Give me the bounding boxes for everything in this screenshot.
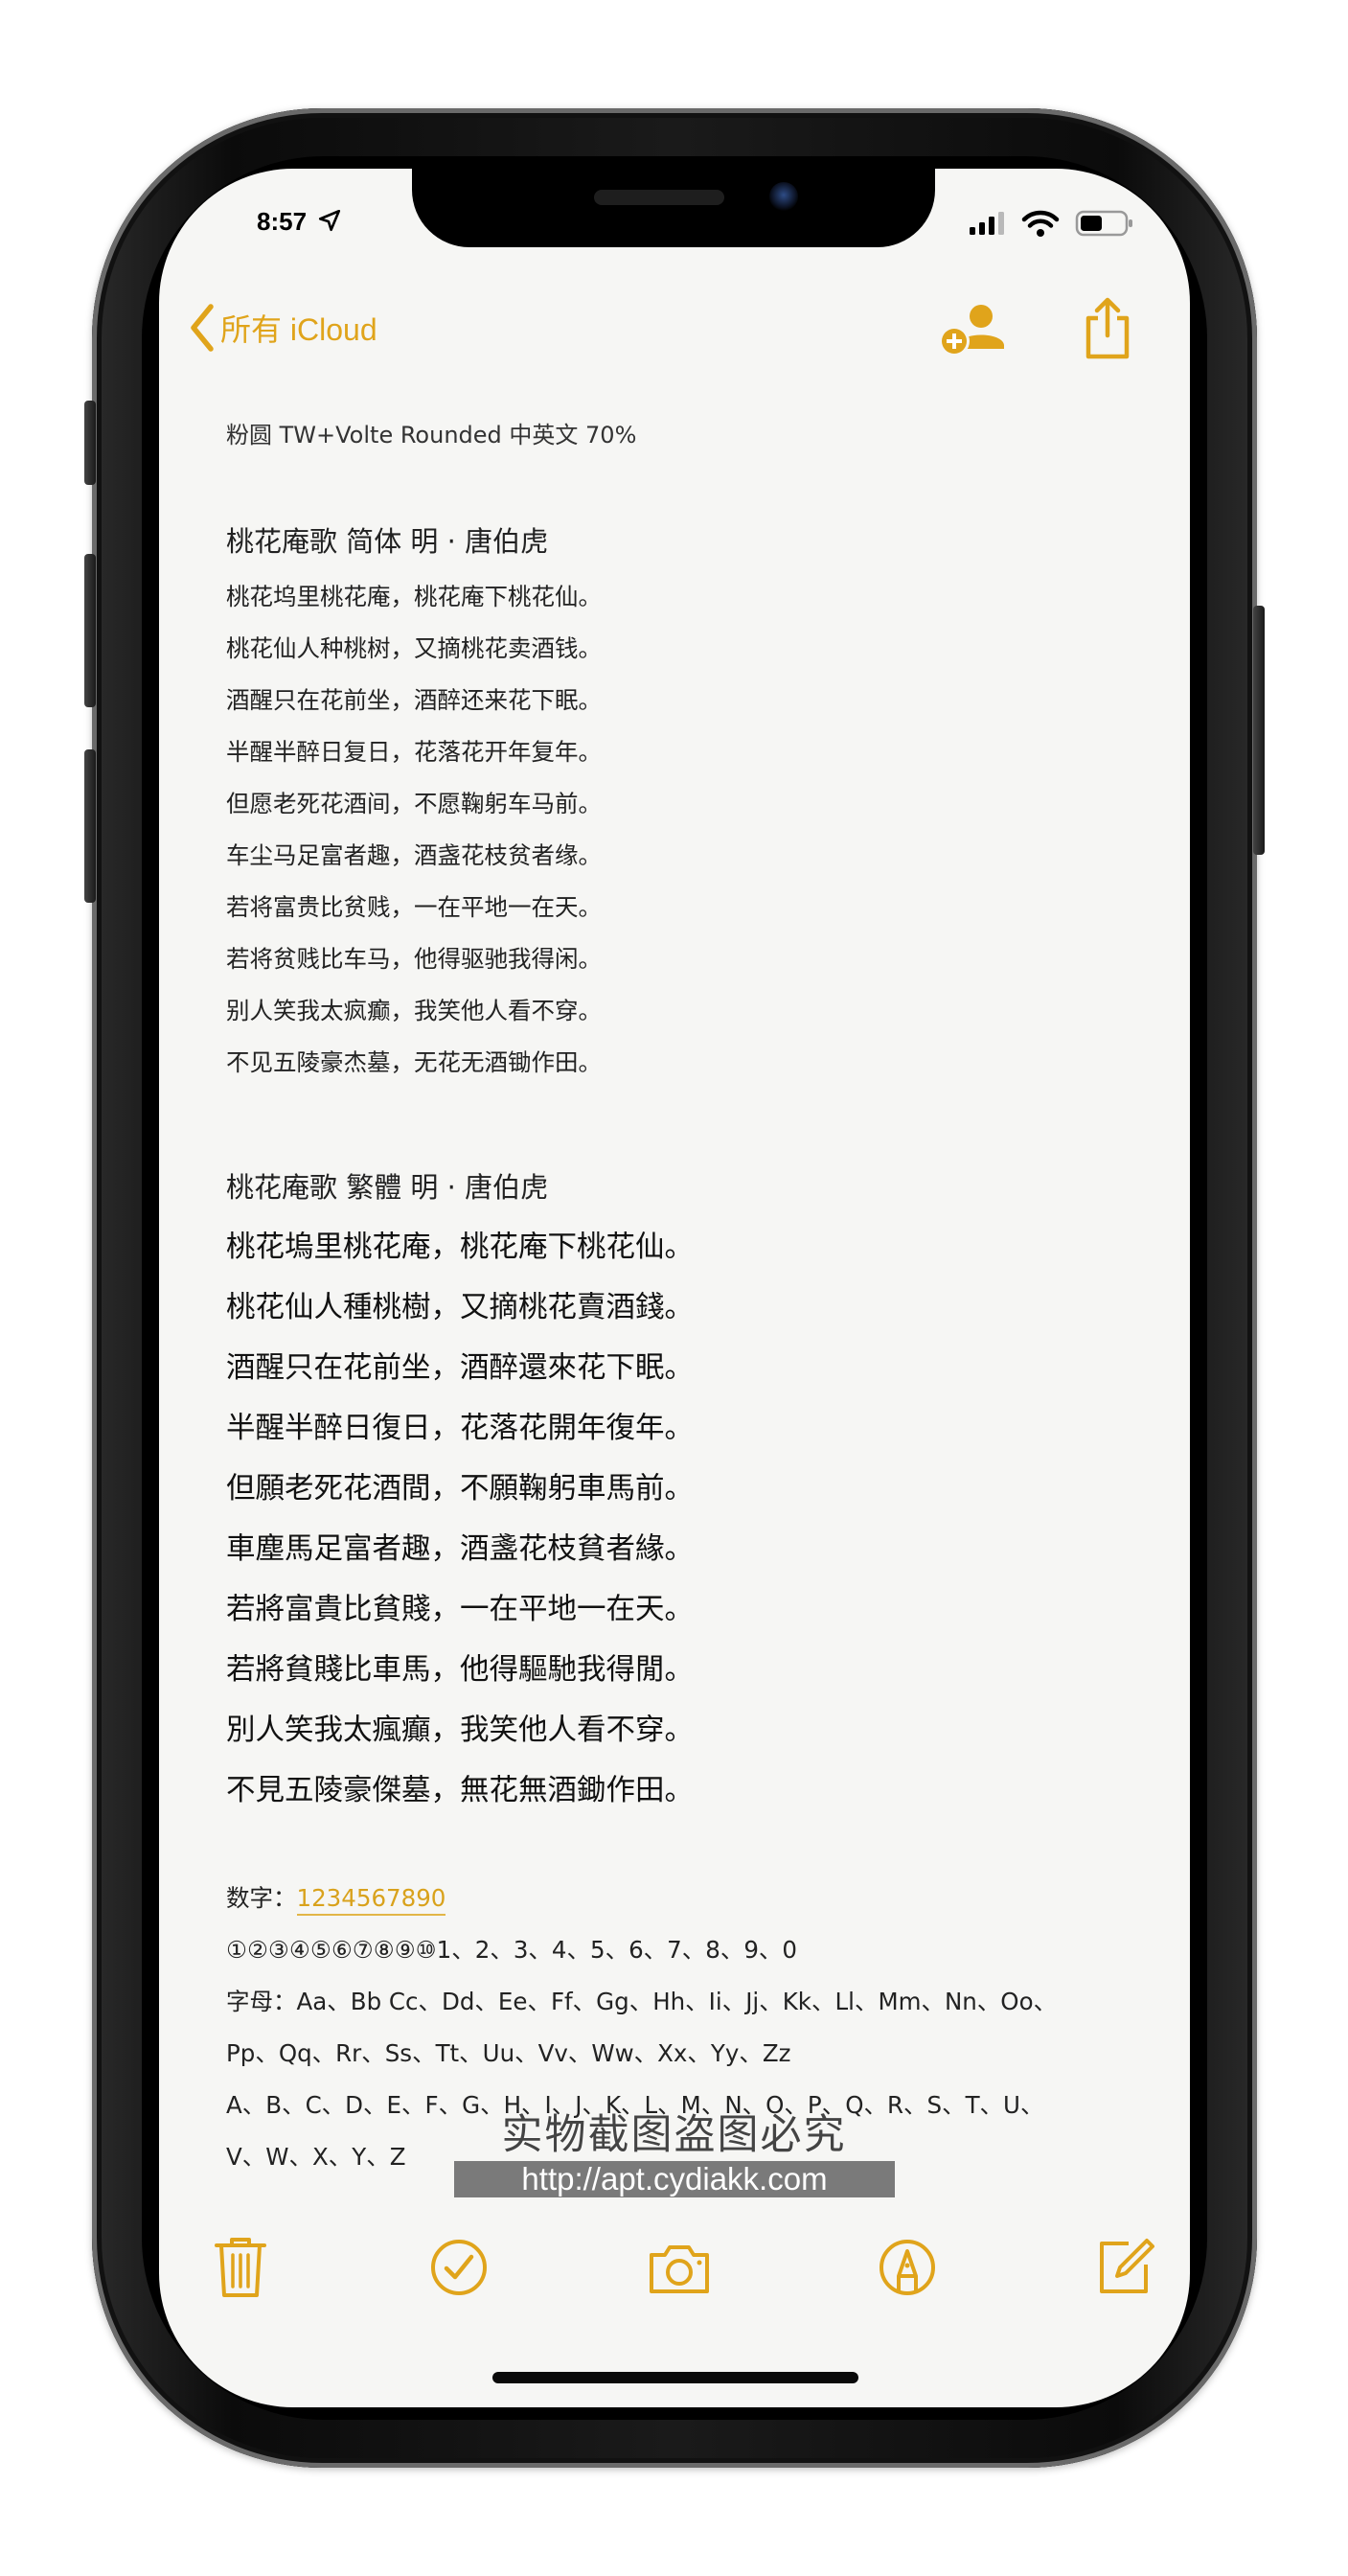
poem-line-simplified: 若将富贵比贫贱，一在平地一在天。	[226, 893, 602, 921]
poem-line-traditional: 車塵馬足富者趣，酒盞花枝貧者緣。	[226, 1532, 694, 1566]
poem-line-traditional: 若將貧賤比車馬，他得驅馳我得閒。	[226, 1653, 694, 1687]
trash-icon	[215, 2238, 266, 2297]
camera-icon	[650, 2245, 709, 2293]
poem-line-simplified: 不见五陵豪杰墓，无花无酒锄作田。	[226, 1048, 602, 1076]
location-arrow-icon	[319, 209, 341, 232]
notch	[412, 169, 935, 247]
poem-line-simplified: 别人笑我太疯癫，我笑他人看不穿。	[226, 997, 602, 1024]
pen-circle-icon	[880, 2240, 935, 2295]
add-people-button[interactable]	[933, 297, 1010, 364]
digits-label: 数字：	[226, 1884, 297, 1912]
poem-line-simplified: 半醒半醉日复日，花落花开年复年。	[226, 738, 602, 766]
speaker-grille	[594, 190, 724, 205]
chevron-left-icon	[191, 304, 214, 352]
circled-digits-line: ①②③④⑤⑥⑦⑧⑨⑩1、2、3、4、5、6、7、8、9、0	[226, 1936, 798, 1964]
status-indicators	[968, 209, 1134, 238]
volume-down-button	[84, 749, 96, 903]
font-name-line: 粉圆 TW+Volte Rounded 中英文 70%	[226, 422, 637, 448]
poem-line-simplified: 桃花坞里桃花庵，桃花庵下桃花仙。	[226, 583, 602, 610]
poem-line-traditional: 桃花塢里桃花庵，桃花庵下桃花仙。	[226, 1230, 694, 1264]
battery-icon	[1075, 210, 1132, 237]
power-button	[1253, 606, 1265, 855]
compose-icon	[1100, 2239, 1154, 2293]
poem-line-traditional: 別人笑我太瘋癲，我笑他人看不穿。	[226, 1714, 694, 1747]
letters-line: Pp、Qq、Rr、Ss、Tt、Uu、Vv、Ww、Xx、Yy、Zz	[226, 2039, 791, 2067]
digits-phone-link[interactable]: 1234567890	[296, 1884, 446, 1916]
cellular-signal-icon	[970, 212, 1004, 235]
poem-line-simplified: 酒醒只在花前坐，酒醉还来花下眠。	[226, 686, 602, 714]
share-icon	[1085, 297, 1130, 359]
camera-button[interactable]	[646, 2234, 713, 2305]
wifi-icon	[1021, 210, 1060, 237]
letters-line: 字母：Aa、Bb Cc、Dd、Ee、Ff、Gg、Hh、Ii、Jj、Kk、Ll、M…	[226, 1988, 1058, 2015]
poem-title-traditional: 桃花庵歌 繁體 明 · 唐伯虎	[226, 1171, 549, 1204]
screen: 8:57 所有 iCloud 粉圆 TW+Volte Rounded 中英文 7…	[159, 169, 1190, 2407]
checkmark-circle-icon	[431, 2240, 487, 2295]
poem-line-simplified: 桃花仙人种桃树，又摘桃花卖酒钱。	[226, 634, 602, 662]
poem-line-traditional: 半醒半醉日復日，花落花開年復年。	[226, 1412, 694, 1445]
poem-line-simplified: 但愿老死花酒间，不愿鞠躬车马前。	[226, 790, 602, 817]
add-person-icon	[939, 305, 1004, 356]
poem-line-simplified: 若将贫贱比车马，他得驱驰我得闲。	[226, 945, 602, 973]
back-label: 所有 iCloud	[220, 312, 377, 347]
volume-up-button	[84, 554, 96, 707]
watermark-text: 实物截图盗图必究	[501, 2111, 847, 2159]
checklist-button[interactable]	[427, 2234, 491, 2305]
status-time: 8:57	[257, 207, 342, 237]
share-button[interactable]	[1081, 297, 1134, 364]
compose-button[interactable]	[1094, 2234, 1157, 2305]
home-indicator[interactable]	[492, 2372, 858, 2383]
poem-line-traditional: 若將富貴比貧賤，一在平地一在天。	[226, 1593, 694, 1626]
markup-button[interactable]	[876, 2234, 939, 2305]
silent-switch	[84, 401, 96, 485]
digits-line: 数字：1234567890	[226, 1880, 446, 1916]
front-camera	[769, 182, 798, 211]
poem-line-traditional: 酒醒只在花前坐，酒醉還來花下眠。	[226, 1351, 694, 1385]
watermark-url: http://apt.cydiakk.com	[454, 2161, 895, 2197]
poem-line-traditional: 不見五陵豪傑墓，無花無酒鋤作田。	[226, 1774, 694, 1807]
poem-line-traditional: 桃花仙人種桃樹，又摘桃花賣酒錢。	[226, 1291, 694, 1324]
back-button[interactable]: 所有 iCloud	[188, 303, 377, 353]
delete-button[interactable]	[211, 2234, 270, 2305]
poem-line-simplified: 车尘马足富者趣，酒盏花枝贫者缘。	[226, 841, 602, 869]
poem-line-traditional: 但願老死花酒間，不願鞠躬車馬前。	[226, 1472, 694, 1506]
poem-title-simplified: 桃花庵歌 简体 明 · 唐伯虎	[226, 525, 549, 558]
